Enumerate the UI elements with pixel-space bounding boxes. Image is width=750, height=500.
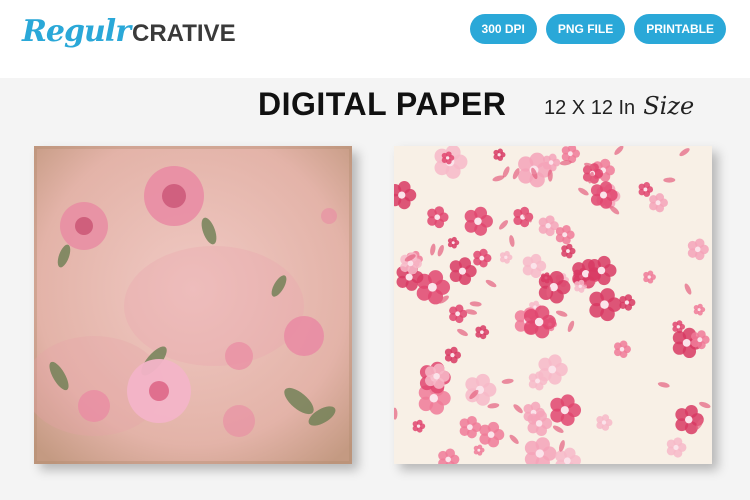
badge-printable: PRINTABLE <box>634 14 726 44</box>
floral-pattern-image <box>394 146 712 464</box>
feature-badges: 300 DPI PNG FILE PRINTABLE <box>469 14 726 44</box>
badge-dpi: 300 DPI <box>469 14 537 44</box>
paper-preview-vintage <box>34 146 352 464</box>
badge-file-type: PNG FILE <box>545 14 626 44</box>
page-title: DIGITAL PAPER <box>258 86 507 122</box>
paper-preview-floral <box>394 146 712 464</box>
leaf-motif <box>546 285 552 298</box>
size-label: 12 X 12 In Size <box>544 92 694 120</box>
logo-block-text: CRATIVE <box>132 20 236 47</box>
vintage-floral-image <box>34 146 352 464</box>
size-script-word: Size <box>643 92 695 120</box>
logo-script-text: Regulr <box>22 14 131 49</box>
leaf-motif <box>547 169 553 182</box>
header-bar: Regulr CRATIVE 300 DPI PNG FILE PRINTABL… <box>0 0 750 78</box>
size-dimensions: 12 X 12 In <box>544 97 636 119</box>
brand-logo: Regulr CRATIVE <box>22 14 236 58</box>
